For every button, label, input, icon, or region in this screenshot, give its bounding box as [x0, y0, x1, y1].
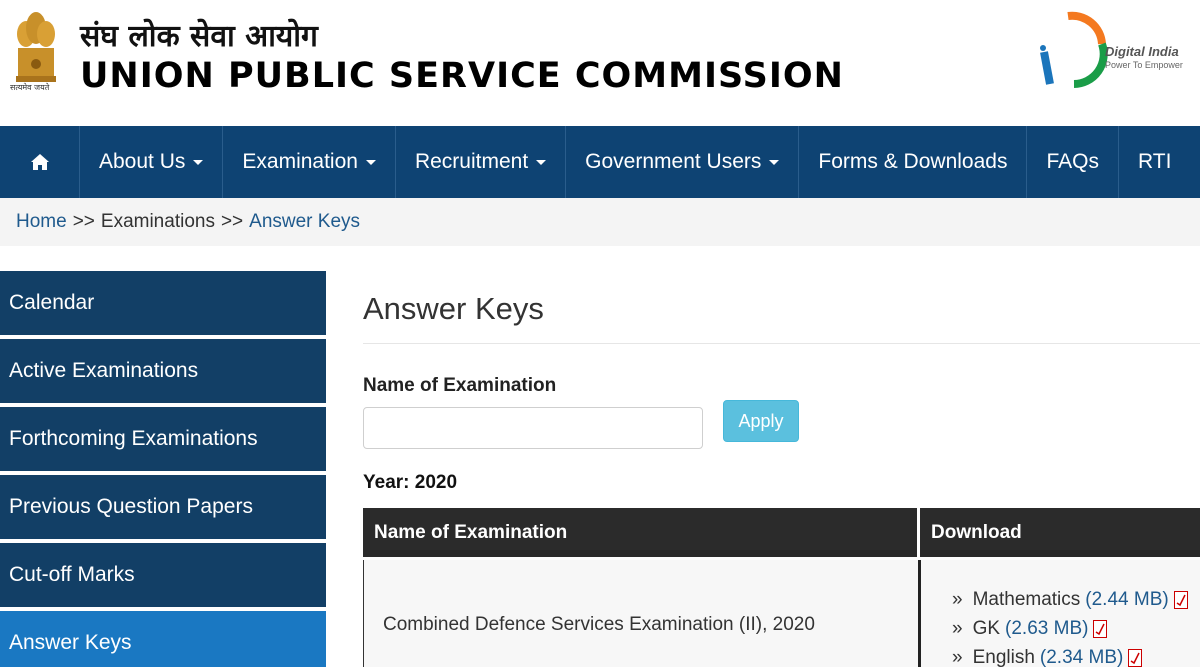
nav-label: Forms & Downloads: [818, 150, 1008, 173]
pdf-icon[interactable]: [1093, 619, 1108, 638]
sidebar-item-forthcoming-examinations[interactable]: Forthcoming Examinations: [0, 407, 326, 471]
divider: [363, 343, 1200, 344]
digital-india-title: Digital India: [1105, 44, 1179, 59]
page-title: Answer Keys: [363, 291, 544, 326]
bullet-raquo: »: [952, 646, 963, 667]
breadcrumb: Home >> Examinations >> Answer Keys: [0, 198, 1200, 246]
nav-rti[interactable]: RTI: [1119, 126, 1190, 198]
breadcrumb-separator: >>: [220, 211, 244, 232]
nav-label: Examination: [242, 150, 358, 173]
digital-india-tagline: Power To Empower: [1105, 60, 1183, 70]
nav-examination[interactable]: Examination: [223, 126, 396, 198]
pdf-icon[interactable]: [1128, 648, 1143, 667]
nav-government-users[interactable]: Government Users: [566, 126, 800, 198]
download-size-link[interactable]: (2.44 MB): [1085, 589, 1168, 611]
breadcrumb-home[interactable]: Home: [16, 211, 67, 233]
site-header: सत्यमेव जयते संघ लोक सेवा आयोग UNION PUB…: [0, 0, 1200, 126]
breadcrumb-separator: >>: [72, 211, 95, 232]
download-subject: GK: [972, 617, 1001, 639]
column-header-download: Download: [931, 521, 1022, 543]
download-size-link[interactable]: (2.34 MB): [1040, 647, 1123, 667]
emblem-caption: सत्यमेव जयते: [10, 83, 50, 92]
sidebar-item-cutoff-marks[interactable]: Cut-off Marks: [0, 543, 326, 607]
sidebar-item-previous-question-papers[interactable]: Previous Question Papers: [0, 475, 326, 539]
nav-label: FAQs: [1046, 150, 1099, 173]
nav-faqs[interactable]: FAQs: [1027, 126, 1119, 198]
exam-name-input[interactable]: [363, 407, 703, 449]
main-nav: About Us Examination Recruitment Governm…: [0, 126, 1200, 198]
download-subject: English: [972, 646, 1035, 667]
table-header: Name of Examination Download: [363, 508, 1200, 557]
download-cell: » Mathematics (2.44 MB) » GK (2.63 MB) »…: [921, 560, 1200, 667]
bullet-raquo: »: [952, 617, 963, 639]
download-item-gk: » GK (2.63 MB): [952, 614, 1200, 643]
sidebar-item-answer-keys[interactable]: Answer Keys: [0, 611, 326, 667]
nav-label: RTI: [1137, 150, 1172, 173]
nav-about-us[interactable]: About Us: [80, 126, 224, 198]
sidebar-item-active-examinations[interactable]: Active Examinations: [0, 339, 326, 403]
download-item-english: » English (2.34 MB): [952, 643, 1200, 667]
nav-home[interactable]: [0, 126, 80, 198]
year-heading: Year: 2020: [363, 472, 458, 493]
nav-label: Recruitment: [414, 150, 529, 173]
caret-down-icon: [536, 159, 547, 165]
breadcrumb-examinations: Examinations: [100, 211, 215, 232]
site-title[interactable]: UNION PUBLIC SERVICE COMMISSION: [80, 56, 844, 96]
main-content: Answer Keys Name of Examination Apply Ye…: [363, 271, 1200, 667]
sidebar: Calendar Active Examinations Forthcoming…: [0, 271, 326, 667]
nav-label: About Us: [99, 150, 186, 173]
exam-name-cell: Combined Defence Services Examination (I…: [364, 560, 921, 667]
nav-recruitment[interactable]: Recruitment: [396, 126, 567, 198]
answer-keys-table: Name of Examination Download Combined De…: [363, 508, 1200, 667]
apply-button[interactable]: Apply: [723, 400, 799, 442]
hindi-title: संघ लोक सेवा आयोग: [80, 19, 318, 54]
caret-down-icon: [193, 159, 204, 165]
download-item-mathematics: » Mathematics (2.44 MB): [952, 585, 1200, 614]
caret-down-icon: [365, 159, 376, 165]
download-size-link[interactable]: (2.63 MB): [1005, 618, 1088, 640]
caret-down-icon: [769, 159, 780, 165]
nav-forms-downloads[interactable]: Forms & Downloads: [799, 126, 1028, 198]
exam-name-label: Name of Examination: [363, 375, 557, 396]
breadcrumb-current[interactable]: Answer Keys: [249, 211, 360, 233]
column-header-exam: Name of Examination: [363, 508, 920, 557]
pdf-icon[interactable]: [1173, 590, 1188, 609]
nav-label: Government Users: [585, 150, 762, 173]
table-row: Combined Defence Services Examination (I…: [363, 560, 1200, 667]
sidebar-item-calendar[interactable]: Calendar: [0, 271, 326, 335]
download-subject: Mathematics: [972, 588, 1081, 610]
home-icon: [30, 154, 49, 170]
bullet-raquo: »: [952, 588, 963, 610]
